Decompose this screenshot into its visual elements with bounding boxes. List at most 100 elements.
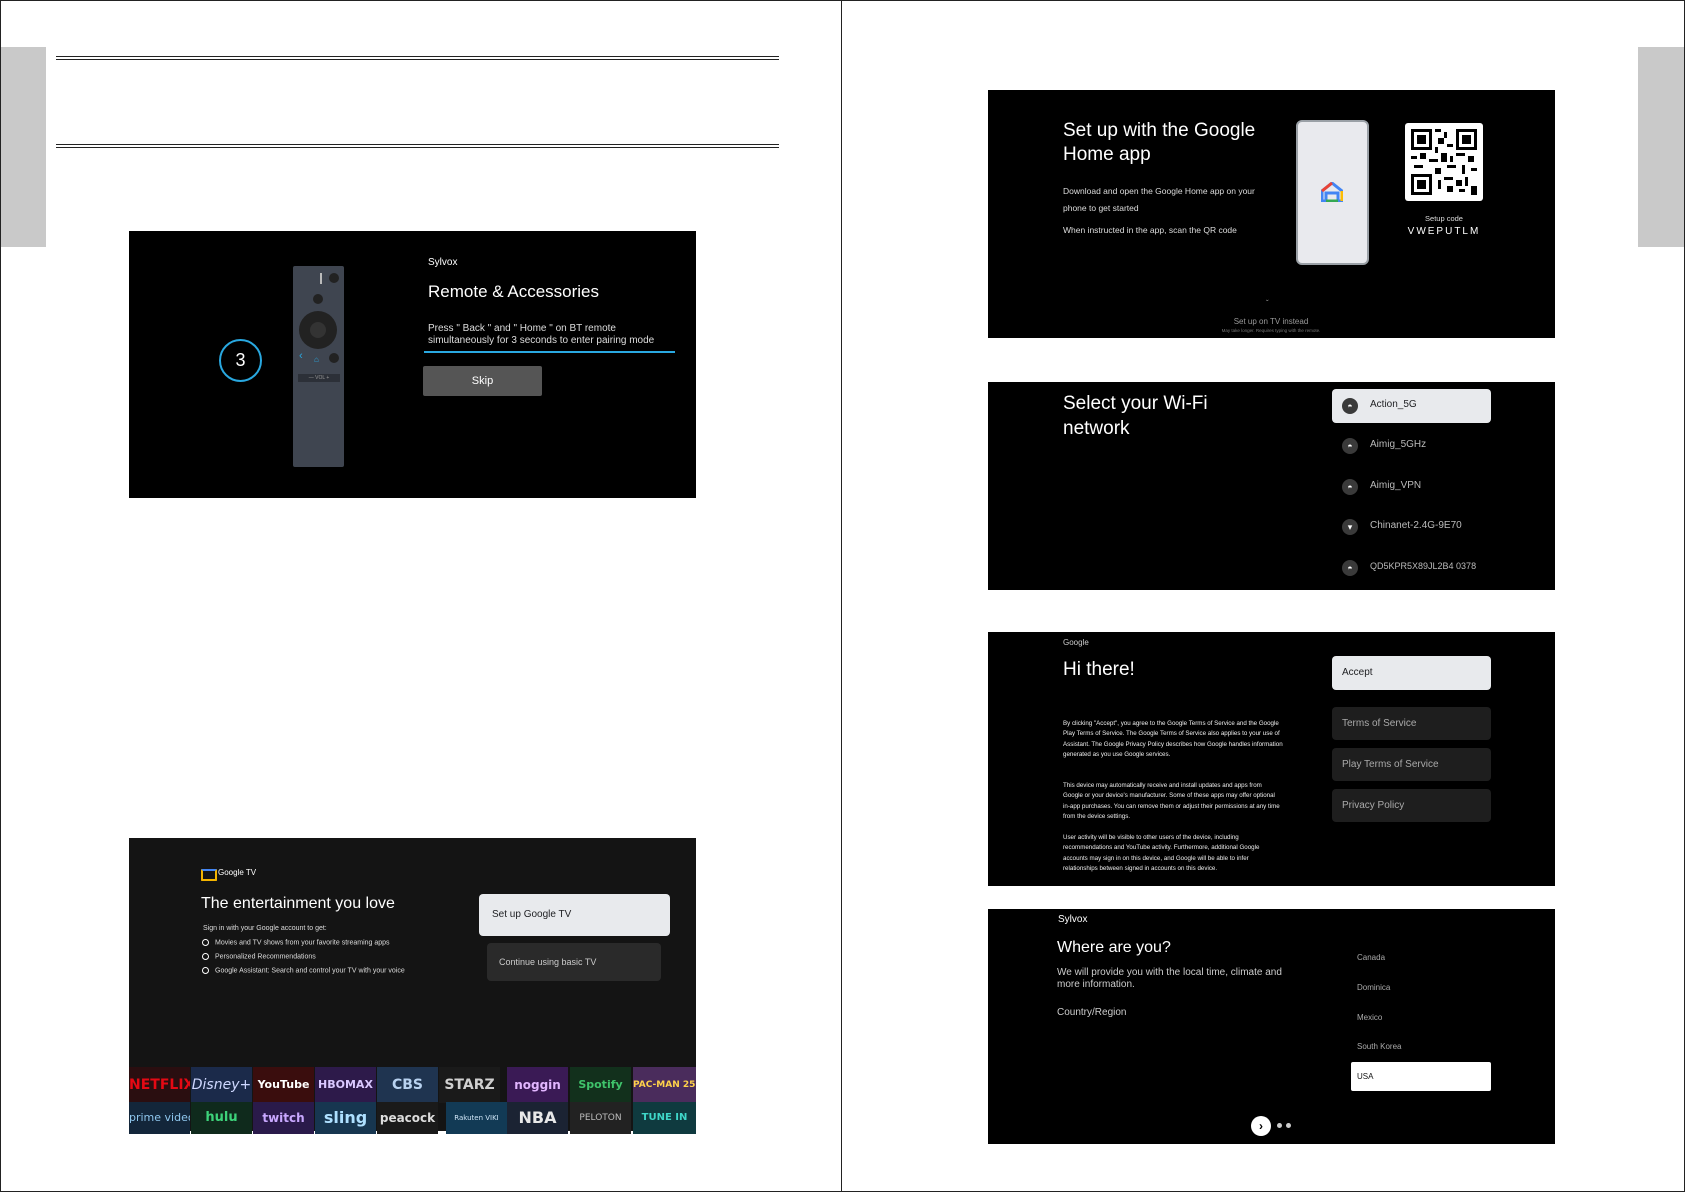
wifi-network-item[interactable]: ◓ QD5KPR5X89JL2B4 0378: [1332, 551, 1491, 585]
wifi-network-name: QD5KPR5X89JL2B4 0378: [1370, 561, 1477, 571]
home-icon: ⌂: [314, 355, 319, 364]
wifi-network-item[interactable]: ◓ Aimig_5GHz: [1332, 429, 1491, 463]
region-title: Where are you?: [1057, 939, 1171, 956]
starz-logo: STARZ: [439, 1067, 500, 1103]
wifi-network-name: Aimig_VPN: [1370, 480, 1422, 491]
screen-title: Remote & Accessories: [428, 282, 600, 301]
wifi-network-item[interactable]: ▾ Chinanet-2.4G-9E70: [1332, 510, 1491, 544]
setup-on-tv-link[interactable]: Set up on TV instead: [1171, 317, 1371, 326]
power-button-icon: [329, 273, 339, 283]
wifi-network-item[interactable]: ◓ Action_5G: [1332, 389, 1491, 423]
progress-track: [424, 351, 675, 353]
gtv-intro: Sign in with your Google account to get:: [203, 925, 327, 932]
tunein-logo: TUNE IN: [633, 1102, 696, 1134]
page-dot-icon: [1286, 1123, 1291, 1128]
region-option-selected[interactable]: USA: [1351, 1062, 1491, 1091]
step-number-circle: 3: [219, 339, 262, 382]
home-app-line1: Download and open the Google Home app on…: [1063, 186, 1255, 213]
home-app-title: Set up with the Google Home app: [1063, 120, 1256, 165]
volume-rocker: — VOL +: [298, 374, 340, 382]
remote-illustration: ‹ ⌂ — VOL +: [293, 266, 344, 467]
wifi-locked-icon: ◓: [1342, 560, 1358, 576]
chevron-down-icon: ˇ: [1266, 299, 1269, 308]
terms-of-service-button[interactable]: Terms of Service: [1332, 707, 1491, 740]
gtv-bullet-text: Movies and TV shows from your favorite s…: [215, 939, 390, 947]
gtv-bullet: Personalized Recommendations: [202, 953, 316, 960]
wifi-network-name: Chinanet-2.4G-9E70: [1370, 520, 1462, 531]
header-rule-top: [56, 56, 779, 60]
continue-basic-tv-button[interactable]: Continue using basic TV: [487, 943, 661, 981]
qr-code-icon: [1411, 129, 1477, 195]
wifi-network-name: Aimig_5GHz: [1370, 439, 1427, 450]
terms-title: Hi there!: [1063, 659, 1135, 680]
wifi-network-item[interactable]: ◓ Aimig_VPN: [1332, 470, 1491, 504]
region-option[interactable]: Mexico: [1357, 1013, 1382, 1022]
spread-divider: [841, 0, 842, 1192]
dpad-icon: [299, 311, 337, 349]
sling-logo: sling: [315, 1102, 376, 1134]
google-tv-brand: Google TV: [218, 868, 257, 877]
setup-code: VWEPUTLM: [1407, 226, 1481, 237]
qr-code: [1405, 123, 1483, 201]
cbs-logo: CBS: [377, 1067, 438, 1103]
hbo-max-logo: HBOMAX: [315, 1067, 376, 1103]
terms-paragraph-1: By clicking "Accept", you agree to the G…: [1063, 720, 1283, 759]
terms-paragraph-2: This device may automatically receive an…: [1063, 782, 1280, 821]
brand-label: Sylvox: [428, 257, 458, 268]
setup-on-tv-note: May take longer. Requires typing with th…: [1221, 328, 1321, 333]
google-brand: Google: [1063, 638, 1089, 647]
setup-google-tv-button[interactable]: Set up Google TV: [479, 894, 670, 936]
home-app-line2: When instructed in the app, scan the QR …: [1063, 225, 1237, 235]
wifi-icon: ▾: [1342, 519, 1358, 535]
hulu-logo: hulu: [191, 1102, 252, 1134]
remote-button-icon: [313, 294, 323, 304]
play-terms-button[interactable]: Play Terms of Service: [1332, 748, 1491, 781]
setup-code-label: Setup code: [1425, 214, 1463, 223]
next-arrow-icon[interactable]: ›: [1251, 1116, 1271, 1136]
privacy-policy-button[interactable]: Privacy Policy: [1332, 789, 1491, 822]
remote-pairing-screenshot: [129, 231, 696, 498]
header-rule-bottom: [56, 144, 779, 148]
prime-video-logo: prime video: [129, 1102, 190, 1134]
gtv-bullet-text: Personalized Recommendations: [215, 953, 316, 961]
peacock-logo: peacock: [377, 1102, 438, 1134]
skip-button[interactable]: Skip: [423, 366, 542, 396]
gtv-bullet: Google Assistant: Search and control you…: [202, 967, 405, 974]
gtv-title: The entertainment you love: [201, 895, 395, 912]
disney-plus-logo: Disney+: [191, 1067, 252, 1103]
region-brand: Sylvox: [1058, 914, 1088, 925]
remote-led: [320, 273, 322, 284]
accept-button[interactable]: Accept: [1332, 656, 1491, 690]
noggin-logo: noggin: [507, 1067, 568, 1103]
country-region-label: Country/Region: [1057, 1007, 1127, 1018]
region-option[interactable]: Canada: [1357, 953, 1385, 962]
terms-paragraph-3: User activity will be visible to other u…: [1063, 834, 1260, 873]
gtv-bullet-text: Google Assistant: Search and control you…: [215, 967, 405, 975]
rakuten-viki-logo: Rakuten VIKI: [446, 1102, 507, 1134]
nba-logo: NBA: [507, 1102, 568, 1134]
wifi-locked-icon: ◓: [1342, 398, 1358, 414]
pac-man-logo: PAC-MAN 256: [633, 1067, 696, 1103]
page-dot-icon: [1277, 1123, 1282, 1128]
spotify-logo: Spotify: [570, 1067, 631, 1103]
google-tv-icon: [201, 869, 217, 881]
left-page-tab: [1, 47, 46, 247]
wifi-locked-icon: ◓: [1342, 479, 1358, 495]
peloton-logo: PELOTON: [570, 1102, 631, 1134]
wifi-network-name: Action_5G: [1370, 399, 1417, 410]
google-home-icon: [1321, 182, 1343, 202]
back-icon: ‹: [299, 350, 303, 362]
region-subtitle: We will provide you with the local time,…: [1057, 967, 1282, 990]
bullet-icon: [202, 953, 209, 960]
right-page-tab: [1638, 47, 1684, 247]
pairing-instruction: Press " Back " and " Home " on BT remote…: [428, 323, 655, 346]
region-option[interactable]: Dominica: [1357, 983, 1390, 992]
netflix-logo: NETFLIX: [129, 1067, 190, 1103]
assistant-button-icon: [329, 353, 339, 363]
bullet-icon: [202, 967, 209, 974]
wifi-locked-icon: ◓: [1342, 438, 1358, 454]
region-option[interactable]: South Korea: [1357, 1042, 1401, 1051]
wifi-title: Select your Wi-Fi network: [1063, 393, 1208, 439]
phone-illustration: [1296, 120, 1369, 265]
ok-button-icon: [310, 322, 326, 338]
